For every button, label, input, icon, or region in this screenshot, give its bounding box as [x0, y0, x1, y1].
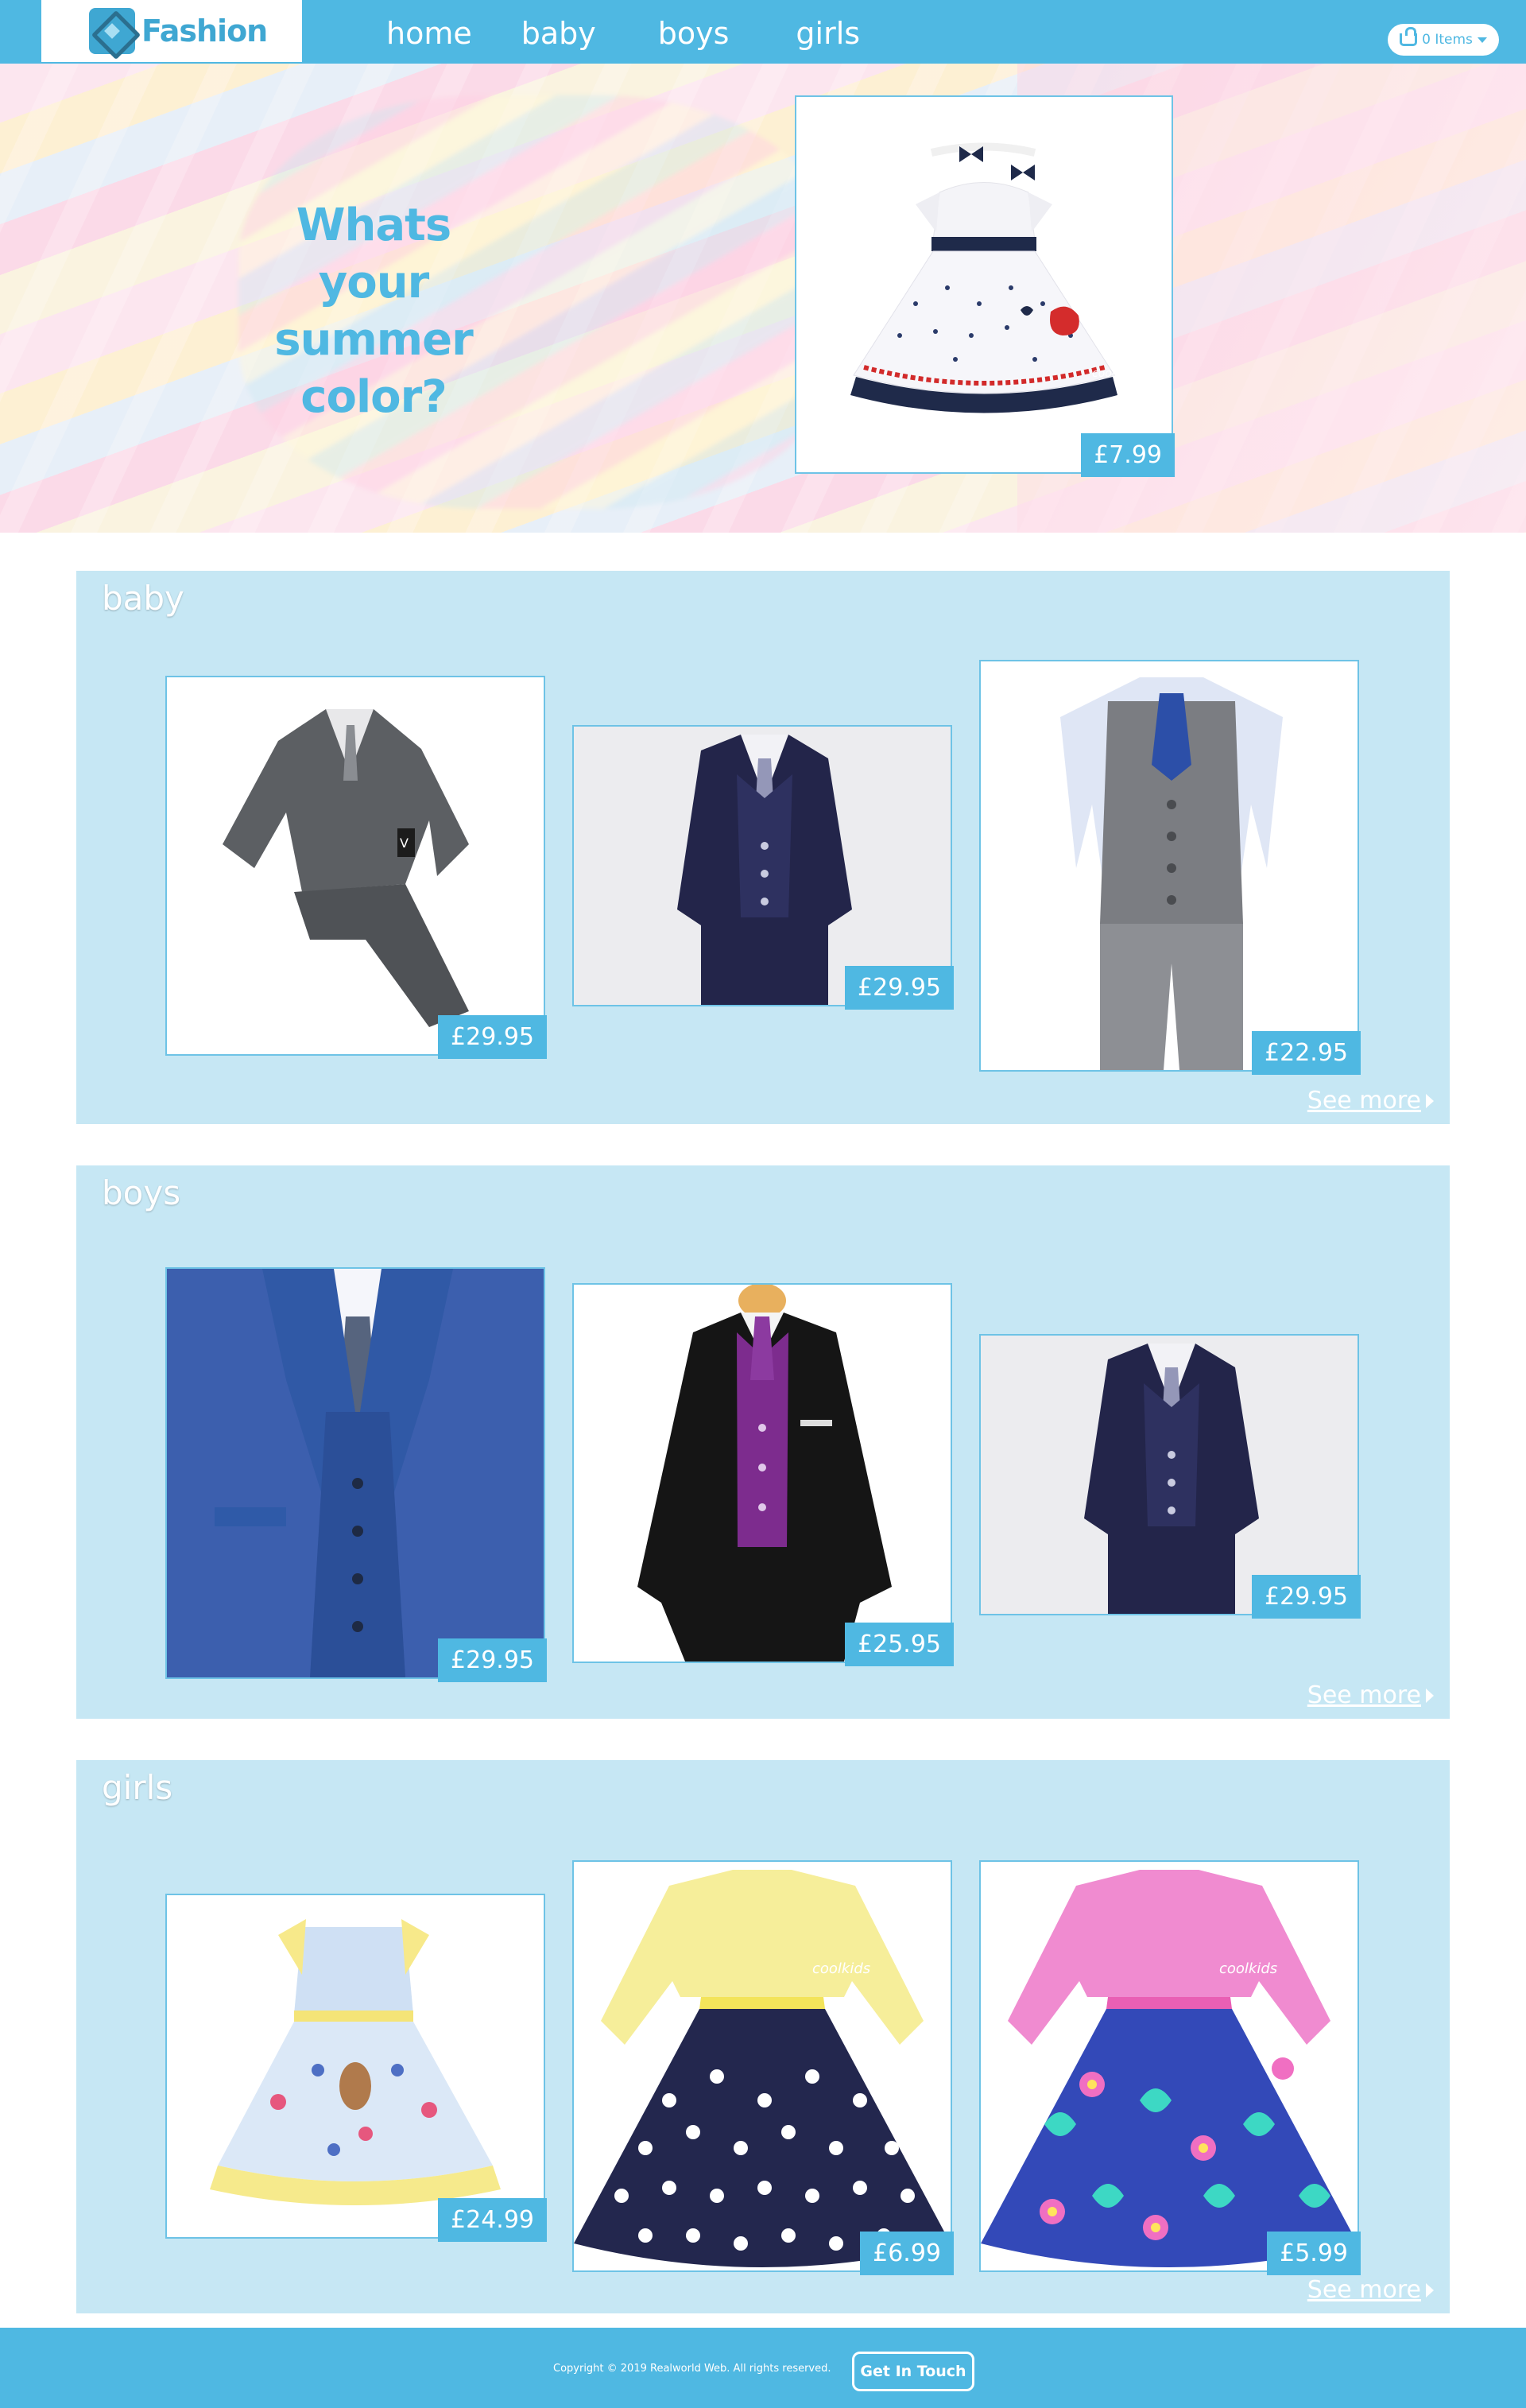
product-image	[167, 1895, 544, 2237]
cart-dropdown-button[interactable]: 0 Items	[1388, 24, 1499, 56]
top-navbar: Fashion home baby boys girls 0 Items	[0, 0, 1526, 64]
price-tag: £29.95	[438, 1015, 547, 1059]
category-section-girls: girls £24.99 coolkids £6.99 coolkids £5.…	[76, 1760, 1450, 2313]
product-image	[981, 1336, 1358, 1614]
category-section-baby: baby V £29.95 £29.95 £22.95 See more	[76, 571, 1450, 1124]
product-card[interactable]: £29.95	[165, 1267, 547, 1682]
see-more-link[interactable]: See more	[1307, 1681, 1434, 1709]
product-image: coolkids	[574, 1862, 951, 2270]
product-card[interactable]: coolkids £6.99	[572, 1860, 954, 2275]
logo-icon	[89, 8, 135, 54]
hero-overlay	[0, 64, 1526, 533]
svg-text:coolkids: coolkids	[1219, 1960, 1277, 1977]
chevron-right-icon	[1426, 1688, 1434, 1703]
footer: Copyright © 2019 Realworld Web. All righ…	[0, 2328, 1526, 2408]
nav-link-boys[interactable]: boys	[658, 16, 730, 51]
product-card[interactable]: £25.95	[572, 1283, 954, 1666]
price-tag: £29.95	[845, 966, 954, 1010]
price-tag: £7.99	[1081, 433, 1175, 477]
price-tag: £29.95	[1252, 1575, 1361, 1619]
product-image	[167, 1269, 544, 1677]
svg-text:coolkids: coolkids	[812, 1960, 870, 1977]
svg-text:V: V	[400, 836, 409, 851]
product-card[interactable]: £22.95	[979, 660, 1361, 1075]
section-title: baby	[102, 579, 184, 618]
product-image	[574, 1285, 951, 1662]
see-more-label: See more	[1307, 2276, 1421, 2304]
product-card[interactable]: coolkids £5.99	[979, 1860, 1361, 2275]
product-image	[574, 727, 951, 1005]
price-tag: £22.95	[1252, 1031, 1361, 1075]
cart-count: 0 Items	[1422, 32, 1473, 48]
hero-banner: Whats your summer color? coolkids £7.99	[0, 64, 1526, 533]
svg-text:coolkids: coolkids	[1092, 367, 1137, 380]
price-tag: £5.99	[1267, 2232, 1361, 2275]
product-image: coolkids	[981, 1862, 1358, 2270]
section-title: girls	[102, 1768, 173, 1807]
category-section-boys: boys £29.95 £25.95 £29.95 See more	[76, 1165, 1450, 1719]
see-more-link[interactable]: See more	[1307, 2276, 1434, 2304]
product-card[interactable]: £29.95	[572, 725, 954, 1010]
chevron-right-icon	[1426, 2282, 1434, 2297]
nav-link-home[interactable]: home	[386, 16, 472, 51]
product-image: V	[167, 677, 544, 1054]
product-card[interactable]: £24.99	[165, 1894, 547, 2242]
price-tag: £24.99	[438, 2198, 547, 2242]
chevron-down-icon	[1477, 37, 1487, 43]
product-card[interactable]: V £29.95	[165, 676, 547, 1059]
product-image	[981, 661, 1358, 1070]
section-title: boys	[102, 1173, 181, 1212]
main-nav: home baby boys girls	[386, 16, 860, 51]
nav-link-baby[interactable]: baby	[521, 16, 596, 51]
see-more-link[interactable]: See more	[1307, 1087, 1434, 1115]
product-image: coolkids	[796, 97, 1172, 472]
logo-text: Fashion	[141, 14, 268, 48]
nav-link-girls[interactable]: girls	[796, 16, 860, 51]
price-tag: £6.99	[860, 2232, 954, 2275]
logo[interactable]: Fashion	[41, 0, 302, 62]
get-in-touch-button[interactable]: Get In Touch	[852, 2352, 974, 2391]
product-card[interactable]: £29.95	[979, 1334, 1361, 1619]
price-tag: £29.95	[438, 1638, 547, 1682]
chevron-right-icon	[1426, 1093, 1434, 1108]
basket-icon	[1400, 27, 1418, 46]
featured-product-card[interactable]: coolkids £7.99	[795, 95, 1175, 477]
price-tag: £25.95	[845, 1623, 954, 1666]
copyright-text: Copyright © 2019 Realworld Web. All righ…	[553, 2363, 831, 2375]
see-more-label: See more	[1307, 1681, 1421, 1709]
hero-title: Whats your summer color?	[274, 200, 474, 423]
see-more-label: See more	[1307, 1087, 1421, 1115]
